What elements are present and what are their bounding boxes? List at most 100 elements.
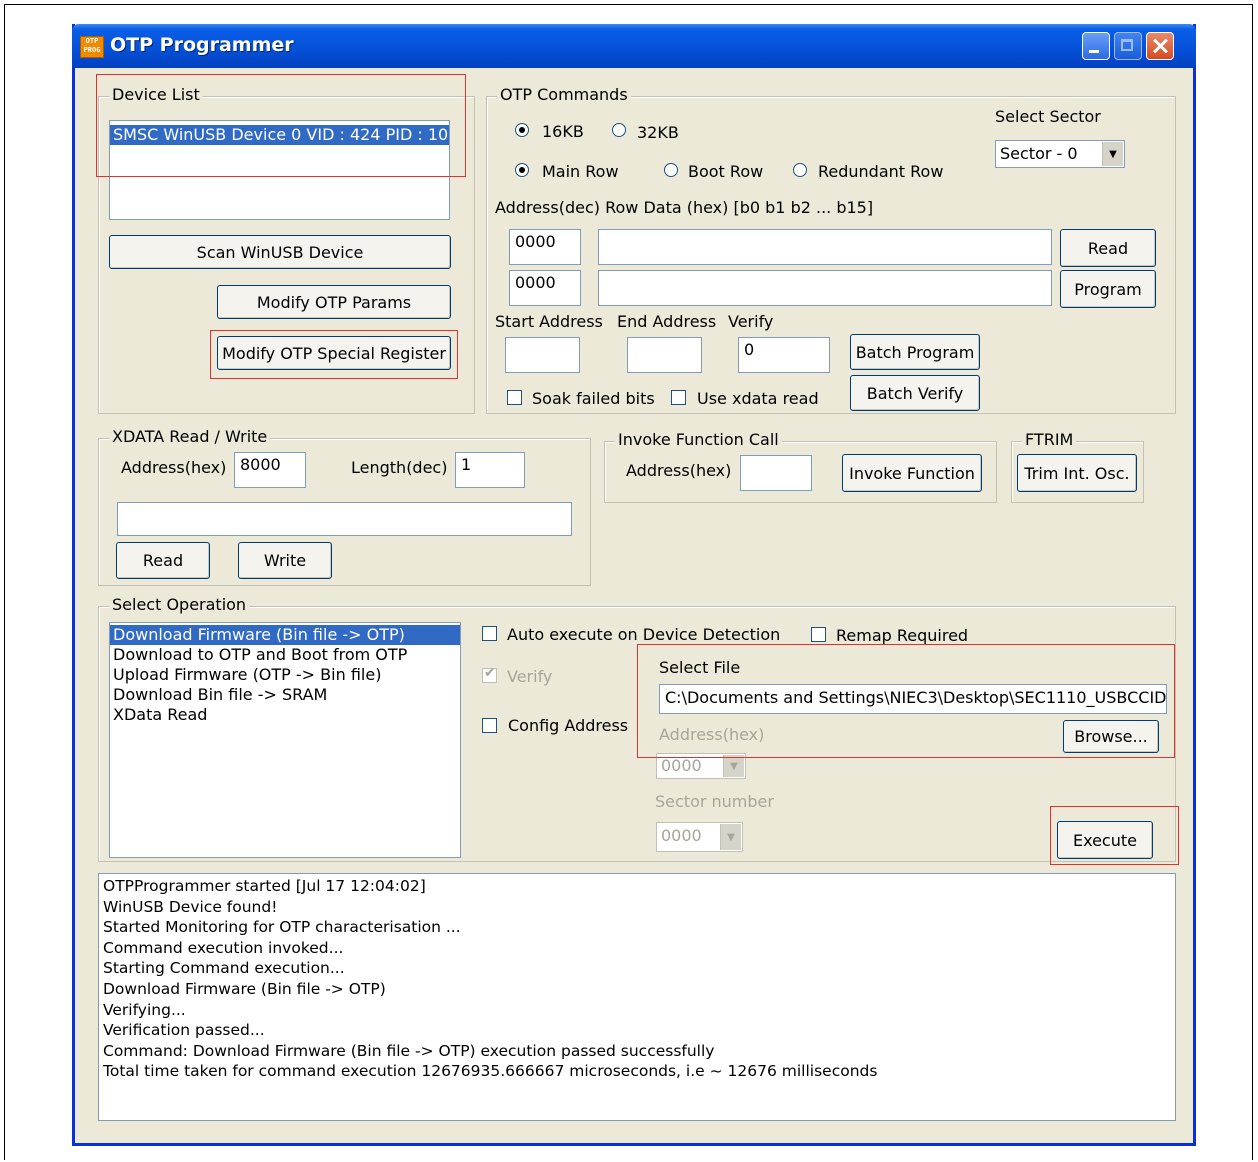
sector-select[interactable]: Sector - 0 ▼	[995, 140, 1125, 168]
batch-verify-button[interactable]: Batch Verify	[850, 375, 980, 411]
xdata-address-label: Address(hex)	[121, 458, 227, 477]
row2-address-input[interactable]: 0000	[509, 270, 581, 306]
close-icon[interactable]	[1146, 32, 1174, 60]
device-listbox[interactable]: SMSC WinUSB Device 0 VID : 424 PID : 101…	[109, 120, 450, 220]
radio-redundant-row[interactable]	[793, 163, 807, 177]
row-data-header: Address(dec) Row Data (hex) [b0 b1 b2 ..…	[495, 198, 874, 217]
log-line: Download Firmware (Bin file -> OTP)	[103, 979, 386, 998]
otp-programmer-window: OTP PROG OTP Programmer Device List SMSC…	[72, 24, 1196, 1146]
minimize-icon[interactable]	[1082, 32, 1110, 60]
radio-main-row-label: Main Row	[542, 162, 619, 181]
address-hex-select[interactable]: 0000 ▼	[656, 753, 746, 779]
verify-label: Verify	[507, 667, 553, 686]
log-line: Starting Command execution...	[103, 959, 345, 978]
soak-failed-bits-checkbox[interactable]	[507, 390, 522, 405]
soak-failed-bits-label: Soak failed bits	[532, 389, 655, 408]
verify-count-label: Verify	[728, 312, 774, 331]
radio-main-row[interactable]	[515, 163, 529, 177]
xdata-label: XDATA Read / Write	[109, 427, 271, 446]
modify-otp-special-register-button[interactable]: Modify OTP Special Register	[217, 336, 451, 370]
remap-required-label: Remap Required	[836, 626, 969, 645]
checkmark-icon: ✔	[484, 665, 496, 681]
address-hex-label: Address(hex)	[659, 725, 765, 744]
read-row-button[interactable]: Read	[1060, 229, 1156, 267]
log-output[interactable]: OTPProgrammer started [Jul 17 12:04:02] …	[98, 873, 1176, 1121]
operation-item-upload-firmware[interactable]: Upload Firmware (OTP -> Bin file)	[110, 665, 460, 685]
device-list-item[interactable]: SMSC WinUSB Device 0 VID : 424 PID : 101…	[110, 125, 449, 145]
verify-checkbox[interactable]: ✔	[482, 665, 497, 683]
log-line: Command execution invoked...	[103, 938, 344, 957]
radio-redundant-row-label: Redundant Row	[818, 162, 944, 181]
program-row-button[interactable]: Program	[1060, 270, 1156, 308]
sector-select-value: Sector - 0	[1000, 144, 1078, 163]
config-address-checkbox[interactable]	[482, 718, 497, 733]
trim-int-osc-button[interactable]: Trim Int. Osc.	[1017, 454, 1137, 492]
ftrim-label: FTRIM	[1022, 430, 1077, 449]
end-address-label: End Address	[617, 312, 717, 331]
sector-number-select-value: 0000	[661, 826, 702, 845]
radio-16kb-label: 16KB	[542, 122, 584, 141]
browse-button[interactable]: Browse...	[1063, 720, 1159, 753]
invoke-function-button[interactable]: Invoke Function	[842, 454, 982, 492]
row2-data-input[interactable]	[598, 270, 1052, 306]
auto-execute-label: Auto execute on Device Detection	[507, 625, 781, 644]
row1-address-input[interactable]: 0000	[509, 229, 581, 265]
xdata-length-label: Length(dec)	[351, 458, 448, 477]
log-line: Verifying...	[103, 1000, 186, 1019]
log-line: Started Monitoring for OTP characterisat…	[103, 918, 461, 937]
operation-item-download-sram[interactable]: Download Bin file -> SRAM	[110, 685, 460, 705]
log-line: Command: Download Firmware (Bin file -> …	[103, 1041, 715, 1060]
select-file-label: Select File	[659, 658, 741, 677]
invoke-address-input[interactable]	[740, 455, 812, 491]
xdata-length-input[interactable]: 1	[455, 452, 525, 488]
end-address-input[interactable]	[627, 337, 702, 373]
otp-commands-label: OTP Commands	[497, 85, 631, 104]
xdata-write-button[interactable]: Write	[238, 542, 332, 579]
chevron-down-icon[interactable]: ▼	[720, 824, 741, 850]
chevron-down-icon[interactable]: ▼	[1102, 142, 1123, 166]
sector-number-select[interactable]: 0000 ▼	[656, 822, 743, 852]
select-operation-label: Select Operation	[109, 595, 250, 614]
title-bar[interactable]: OTP PROG OTP Programmer	[72, 24, 1196, 68]
sector-number-label: Sector number	[655, 792, 774, 811]
remap-required-checkbox[interactable]	[811, 627, 826, 642]
file-path-input[interactable]: C:\Documents and Settings\NIEC3\Desktop\…	[659, 684, 1167, 714]
scan-winusb-button[interactable]: Scan WinUSB Device	[109, 235, 451, 269]
invoke-address-label: Address(hex)	[626, 461, 732, 480]
modify-otp-params-button[interactable]: Modify OTP Params	[217, 285, 451, 319]
batch-program-button[interactable]: Batch Program	[850, 334, 980, 370]
radio-boot-row-label: Boot Row	[688, 162, 764, 181]
operation-item-download-firmware[interactable]: Download Firmware (Bin file -> OTP)	[110, 625, 460, 645]
window-title: OTP Programmer	[110, 34, 294, 56]
use-xdata-read-checkbox[interactable]	[671, 390, 686, 405]
maximize-icon[interactable]	[1114, 32, 1142, 60]
device-list-label: Device List	[109, 85, 203, 104]
start-address-label: Start Address	[495, 312, 603, 331]
start-address-input[interactable]	[505, 337, 580, 373]
config-address-label: Config Address	[508, 716, 629, 735]
log-line: OTPProgrammer started [Jul 17 12:04:02]	[103, 877, 426, 895]
otp-prog-app-icon: OTP PROG	[80, 36, 104, 58]
radio-16kb[interactable]	[515, 123, 529, 137]
verify-count-input[interactable]: 0	[738, 337, 830, 373]
row1-data-input[interactable]	[598, 229, 1052, 265]
select-sector-label: Select Sector	[995, 107, 1101, 126]
address-hex-select-value: 0000	[661, 756, 702, 775]
auto-execute-checkbox[interactable]	[482, 626, 497, 641]
execute-button[interactable]: Execute	[1057, 821, 1153, 859]
log-line: Total time taken for command execution 1…	[103, 1062, 878, 1081]
operation-item-download-boot[interactable]: Download to OTP and Boot from OTP	[110, 645, 460, 665]
log-line: WinUSB Device found!	[103, 897, 278, 916]
xdata-data-input[interactable]	[117, 502, 572, 536]
log-line: Verification passed...	[103, 1021, 265, 1040]
operation-item-xdata-read[interactable]: XData Read	[110, 705, 460, 725]
radio-32kb[interactable]	[612, 123, 626, 137]
radio-32kb-label: 32KB	[637, 123, 679, 142]
xdata-read-button[interactable]: Read	[116, 542, 210, 579]
invoke-function-label: Invoke Function Call	[615, 430, 782, 449]
radio-boot-row[interactable]	[664, 163, 678, 177]
chevron-down-icon[interactable]: ▼	[723, 755, 744, 777]
use-xdata-read-label: Use xdata read	[697, 389, 819, 408]
operation-listbox[interactable]: Download Firmware (Bin file -> OTP) Down…	[109, 622, 461, 858]
xdata-address-input[interactable]: 8000	[234, 452, 306, 488]
